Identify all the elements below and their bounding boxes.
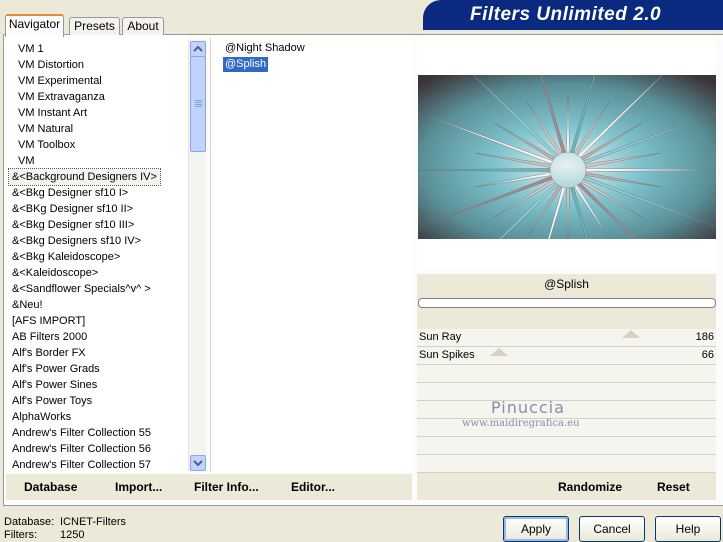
status-filters-label: Filters: [4, 529, 37, 541]
category-item[interactable]: Alf's Power Sines [12, 377, 97, 393]
category-item[interactable]: VM 1 [18, 41, 44, 57]
slider-value: 186 [695, 331, 714, 343]
category-item[interactable]: [AFS IMPORT] [12, 313, 85, 329]
progress-bar [418, 298, 716, 308]
category-item[interactable]: &<Bkg Designers sf10 IV> [12, 233, 141, 249]
tab-about[interactable]: About [122, 17, 164, 35]
category-item[interactable]: &<Kaleidoscope> [12, 265, 98, 281]
category-item[interactable]: Andrew's Filter Collection 55 [12, 425, 151, 441]
category-item[interactable]: AB Filters 2000 [12, 329, 87, 345]
category-item[interactable]: &<Background Designers IV> [8, 168, 161, 186]
slider-empty [417, 401, 716, 419]
selected-filter-name: @Splish [544, 277, 589, 291]
category-item[interactable]: Andrew's Filter Collection 57 [12, 457, 151, 472]
category-item[interactable]: &<Bkg Designer sf10 I> [12, 185, 128, 201]
slider-empty [417, 455, 716, 473]
slider-empty [417, 437, 716, 455]
scroll-down-button[interactable] [190, 455, 206, 471]
chevron-up-icon [193, 45, 203, 52]
slider-sun-ray[interactable]: Sun Ray 186 [417, 329, 716, 347]
category-list[interactable]: VM 1 VM Distortion VM Experimental VM Extra… [6, 38, 188, 472]
category-item[interactable]: Alf's Border FX [12, 345, 86, 361]
slider-thumb[interactable] [622, 330, 640, 338]
category-item[interactable]: AlphaWorks [12, 409, 71, 425]
category-item[interactable]: VM Instant Art [18, 105, 87, 121]
help-button[interactable]: Help [655, 516, 721, 542]
preview-pane [417, 38, 716, 270]
category-item[interactable]: VM Extravaganza [18, 89, 105, 105]
status-database-label: Database: [4, 516, 55, 528]
app-title: Filters Unlimited 2.0 [470, 4, 662, 25]
scroll-thumb[interactable] [190, 56, 206, 152]
category-item[interactable]: Alf's Power Grads [12, 361, 100, 377]
category-item[interactable]: VM Distortion [18, 57, 84, 73]
scroll-up-button[interactable] [190, 41, 206, 57]
category-item[interactable]: &Neu! [12, 297, 43, 313]
apply-button[interactable]: Apply [503, 516, 569, 542]
category-item[interactable]: &<Bkg Designer sf10 III> [12, 217, 134, 233]
category-item[interactable]: Alf's Power Toys [12, 393, 92, 409]
watermark-name: Pinuccia [491, 398, 565, 417]
category-item[interactable]: VM Natural [18, 121, 73, 137]
chevron-down-icon [193, 460, 203, 467]
category-item[interactable]: VM [18, 153, 35, 169]
import-button[interactable]: Import... [115, 480, 162, 494]
slider-empty [417, 383, 716, 401]
status-filters: Filters: 1250 [4, 529, 84, 541]
database-button[interactable]: Database [24, 480, 77, 494]
filter-list[interactable]: @Night Shadow @Splish [210, 38, 413, 472]
slider-label: Sun Ray [419, 331, 462, 343]
category-item[interactable]: &<BKg Designer sf10 II> [12, 201, 133, 217]
reset-button[interactable]: Reset [657, 480, 690, 494]
status-database: Database: ICNET-Filters [4, 516, 126, 528]
slider-empty [417, 365, 716, 383]
slider-thumb[interactable] [490, 348, 508, 356]
category-scrollbar[interactable] [188, 40, 206, 471]
category-item[interactable]: VM Experimental [18, 73, 102, 89]
filter-info-button[interactable]: Filter Info... [194, 480, 259, 494]
category-item[interactable]: &<Sandflower Specials^v^ > [12, 281, 151, 297]
status-filters-value: 1250 [60, 529, 85, 541]
randomize-button[interactable]: Randomize [558, 480, 622, 494]
category-item[interactable]: Andrew's Filter Collection 56 [12, 441, 151, 457]
status-database-value: ICNET-Filters [60, 516, 126, 528]
watermark-url: www.maidiregrafica.eu [462, 418, 580, 429]
slider-label: Sun Spikes [419, 349, 475, 361]
filter-item[interactable]: @Splish [223, 57, 269, 72]
editor-button[interactable]: Editor... [291, 480, 335, 494]
filter-item[interactable]: @Night Shadow [223, 41, 307, 56]
slider-value: 66 [701, 349, 714, 361]
tab-navigator[interactable]: Navigator [5, 14, 64, 37]
category-item[interactable]: &<Bkg Kaleidoscope> [12, 249, 120, 265]
cancel-button[interactable]: Cancel [579, 516, 645, 542]
category-item[interactable]: VM Toolbox [18, 137, 75, 153]
slider-sun-spikes[interactable]: Sun Spikes 66 [417, 347, 716, 365]
tab-presets[interactable]: Presets [69, 17, 120, 35]
preview-image [418, 75, 716, 239]
